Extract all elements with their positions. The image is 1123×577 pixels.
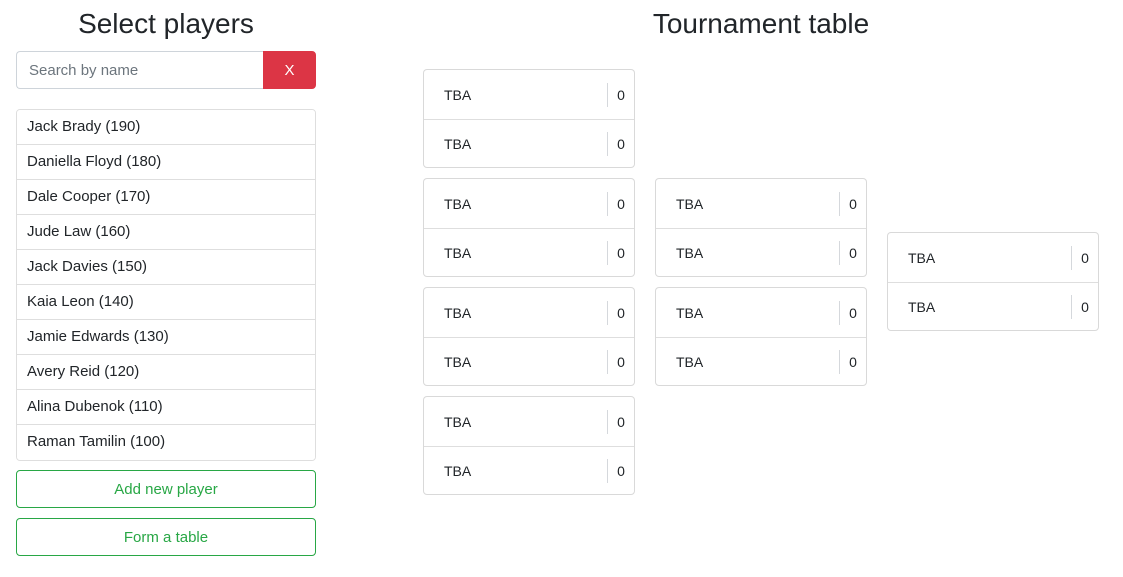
slot-score: 0 [849, 354, 857, 370]
slot-player-name: TBA [908, 299, 936, 315]
slot-player-name: TBA [444, 304, 472, 321]
search-bar: X [16, 51, 316, 89]
match-slot[interactable]: TBA 0 [656, 179, 866, 228]
match-slot[interactable]: TBA 0 [888, 282, 1098, 331]
form-table-button[interactable]: Form a table [16, 518, 316, 556]
player-item[interactable]: Dale Cooper (170) [17, 180, 315, 215]
match-card: TBA 0 TBA 0 [423, 396, 635, 495]
slot-player-name: TBA [908, 249, 936, 266]
slot-score: 0 [849, 195, 857, 212]
select-players-title: Select players [78, 8, 254, 39]
match-slot[interactable]: TBA 0 [424, 228, 634, 277]
match-slot[interactable]: TBA 0 [424, 397, 634, 446]
slot-score: 0 [617, 354, 625, 370]
match-card: TBA 0 TBA 0 [655, 178, 867, 277]
match-slot[interactable]: TBA 0 [424, 446, 634, 495]
match-card: TBA 0 TBA 0 [887, 232, 1099, 331]
slot-player-name: TBA [444, 195, 472, 212]
player-list: Jack Brady (190) Daniella Floyd (180) Dale… [16, 109, 316, 461]
slot-player-name: TBA [444, 463, 472, 479]
slot-player-name: TBA [676, 195, 704, 212]
slot-player-name: TBA [444, 413, 472, 430]
player-item[interactable]: Alina Dubenok (110) [17, 390, 315, 425]
match-slot[interactable]: TBA 0 [424, 179, 634, 228]
slot-player-name: TBA [676, 354, 704, 370]
match-slot[interactable]: TBA 0 [656, 337, 866, 386]
player-item[interactable]: Kaia Leon (140) [17, 285, 315, 320]
slot-player-name: TBA [444, 245, 472, 261]
slot-player-name: TBA [444, 354, 472, 370]
slot-score: 0 [849, 304, 857, 321]
match-slot[interactable]: TBA 0 [656, 228, 866, 277]
match-slot[interactable]: TBA 0 [656, 288, 866, 337]
slot-score: 0 [1081, 249, 1089, 266]
slot-score: 0 [1081, 299, 1089, 315]
add-new-player-button[interactable]: Add new player [16, 470, 316, 508]
slot-player-name: TBA [676, 245, 704, 261]
match-card: TBA 0 TBA 0 [423, 287, 635, 386]
slot-score: 0 [617, 86, 625, 103]
player-item[interactable]: Jamie Edwards (130) [17, 320, 315, 355]
slot-score: 0 [617, 304, 625, 321]
slot-score: 0 [617, 413, 625, 430]
clear-search-button[interactable]: X [263, 51, 316, 89]
slot-player-name: TBA [444, 136, 472, 152]
match-slot[interactable]: TBA 0 [424, 337, 634, 386]
slot-score: 0 [617, 245, 625, 261]
slot-score: 0 [617, 195, 625, 212]
match-card: TBA 0 TBA 0 [423, 69, 635, 168]
match-card: TBA 0 TBA 0 [423, 178, 635, 277]
player-item[interactable]: Raman Tamilin (100) [17, 425, 315, 460]
slot-player-name: TBA [444, 86, 472, 103]
tournament-table-title: Tournament table [652, 8, 870, 39]
search-input[interactable] [16, 51, 263, 89]
match-slot[interactable]: TBA 0 [888, 233, 1098, 282]
match-slot[interactable]: TBA 0 [424, 288, 634, 337]
player-item[interactable]: Avery Reid (120) [17, 355, 315, 390]
slot-player-name: TBA [676, 304, 704, 321]
player-item[interactable]: Jude Law (160) [17, 215, 315, 250]
match-slot[interactable]: TBA 0 [424, 119, 634, 168]
player-item[interactable]: Daniella Floyd (180) [17, 145, 315, 180]
match-slot[interactable]: TBA 0 [424, 70, 634, 119]
slot-score: 0 [849, 245, 857, 261]
slot-score: 0 [617, 136, 625, 152]
player-item[interactable]: Jack Davies (150) [17, 250, 315, 285]
player-item[interactable]: Jack Brady (190) [17, 110, 315, 145]
slot-score: 0 [617, 463, 625, 479]
match-card: TBA 0 TBA 0 [655, 287, 867, 386]
